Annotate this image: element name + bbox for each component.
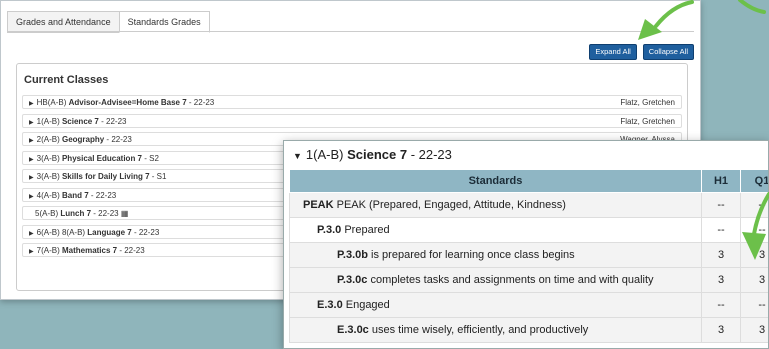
class-period: 3(A-B)	[36, 172, 62, 181]
standard-text: completes tasks and assignments on time …	[367, 274, 654, 286]
h1-score: --	[701, 292, 741, 318]
chevron-right-icon: ▶	[29, 193, 34, 200]
standard-text: Engaged	[342, 299, 390, 311]
q1-score: --	[740, 292, 768, 318]
class-period: 5(A-B)	[35, 209, 61, 218]
standard-description: P.3.0 Prepared	[289, 217, 702, 243]
standard-code: E.3.0	[317, 299, 343, 311]
chevron-right-icon: ▶	[29, 101, 34, 107]
class-name: Science 7	[61, 116, 99, 126]
class-name: Band 7	[61, 190, 89, 200]
standard-text: PEAK (Prepared, Engaged, Attitude, Kindn…	[333, 199, 566, 211]
class-term: - 22-23	[407, 147, 452, 162]
class-term: - 22-23	[98, 116, 127, 126]
standard-text: is prepared for learning once class begi…	[368, 249, 575, 261]
q1-score: 3	[740, 267, 768, 293]
col-header-standards: Standards	[289, 169, 702, 193]
class-name: Geography	[61, 135, 105, 144]
h1-score: 3	[701, 267, 741, 293]
class-row[interactable]: ▶ HB(A-B) Advisor-Advisee=Home Base 7 - 2…	[22, 95, 682, 109]
calendar-icon[interactable]: ▦	[121, 209, 129, 218]
q1-score: 3	[740, 317, 768, 343]
tab-standards-grades[interactable]: Standards Grades	[118, 11, 210, 33]
col-header-h1: H1	[701, 169, 741, 193]
class-period: 4(A-B)	[36, 190, 62, 200]
class-name: Skills for Daily Living 7	[61, 172, 150, 181]
standard-row: E.3.0c uses time wisely, efficiently, an…	[289, 317, 768, 343]
class-period: 7(A-B)	[36, 246, 62, 255]
standards-table: Standards H1 Q1 PEAK PEAK (Prepared, Eng…	[289, 169, 768, 343]
class-name: Language 7	[87, 227, 132, 237]
class-name: Mathematics 7	[61, 246, 118, 255]
class-period: HB(A-B)	[36, 98, 69, 107]
class-term: - 22-23	[104, 135, 132, 144]
h1-score: 3	[701, 242, 741, 268]
standard-description: P.3.0c completes tasks and assignments o…	[289, 267, 702, 293]
class-detail-window: ▼ 1(A-B) Science 7 - 22-23 Standards H1 Q…	[283, 140, 769, 349]
h1-score: 3	[701, 317, 741, 343]
class-term: - 22-23	[91, 209, 119, 218]
chevron-right-icon: ▶	[29, 138, 34, 144]
standard-description: E.3.0c uses time wisely, efficiently, an…	[289, 317, 702, 343]
pointer-arrow-icon	[638, 0, 766, 40]
class-name: Advisor-Advisee=Home Base 7	[68, 98, 187, 107]
standard-description: E.3.0 Engaged	[289, 292, 702, 318]
chevron-right-icon: ▶	[29, 175, 34, 181]
tab-bar: Grades and Attendance Standards Grades	[7, 11, 210, 33]
h1-score: --	[701, 217, 741, 243]
panel-title: Current Classes	[24, 74, 109, 86]
h1-score: --	[701, 192, 741, 218]
class-term: - 22-23	[117, 246, 145, 255]
class-period: 6(A-B) 8(A-B)	[36, 227, 88, 237]
chevron-right-icon: ▶	[29, 249, 34, 255]
chevron-down-icon: ▼	[293, 151, 302, 161]
class-period: 1(A-B)	[36, 116, 62, 126]
standard-code: P.3.0	[317, 224, 342, 236]
standard-text: uses time wisely, efficiently, and produ…	[368, 324, 589, 336]
pointer-arrow-icon	[742, 192, 769, 260]
class-term: - 22-23	[131, 227, 160, 237]
class-period: 1(A-B)	[305, 147, 348, 162]
standard-row: P.3.0 Prepared -- --	[289, 217, 768, 243]
teacher-name: Flatz, Gretchen	[620, 116, 675, 126]
standard-row: P.3.0c completes tasks and assignments o…	[289, 267, 768, 293]
tab-divider	[7, 31, 694, 32]
standard-description: P.3.0b is prepared for learning once cla…	[289, 242, 702, 268]
class-detail-header[interactable]: ▼ 1(A-B) Science 7 - 22-23	[293, 147, 452, 162]
class-term: - 22-23	[88, 190, 117, 200]
standard-code: E.3.0c	[337, 324, 369, 336]
class-term: - 22-23	[186, 98, 215, 107]
standard-text: Prepared	[341, 224, 390, 236]
standard-code: PEAK	[303, 199, 334, 211]
class-name: Physical Education 7	[61, 153, 142, 163]
chevron-right-icon: ▶	[29, 156, 34, 163]
class-row[interactable]: ▶ 1(A-B) Science 7 - 22-23 Flatz, Gretchen	[22, 113, 682, 128]
chevron-right-icon: ▶	[29, 119, 34, 126]
class-period: 3(A-B)	[36, 153, 62, 163]
standard-code: P.3.0c	[337, 274, 368, 286]
standard-row: E.3.0 Engaged -- --	[289, 292, 768, 318]
standard-description: PEAK PEAK (Prepared, Engaged, Attitude, …	[289, 192, 702, 218]
class-name: Lunch 7	[60, 209, 92, 218]
teacher-name: Flatz, Gretchen	[620, 98, 675, 107]
col-header-q1: Q1	[740, 169, 768, 193]
tab-grades-attendance[interactable]: Grades and Attendance	[7, 11, 120, 33]
standard-row: PEAK PEAK (Prepared, Engaged, Attitude, …	[289, 192, 768, 218]
class-term: - S1	[149, 172, 167, 181]
chevron-right-icon: ▶	[29, 230, 34, 237]
class-name: Science 7	[347, 147, 408, 162]
standard-code: P.3.0b	[337, 249, 368, 261]
class-term: - S2	[142, 153, 159, 163]
class-period: 2(A-B)	[36, 135, 62, 144]
standard-row: P.3.0b is prepared for learning once cla…	[289, 242, 768, 268]
